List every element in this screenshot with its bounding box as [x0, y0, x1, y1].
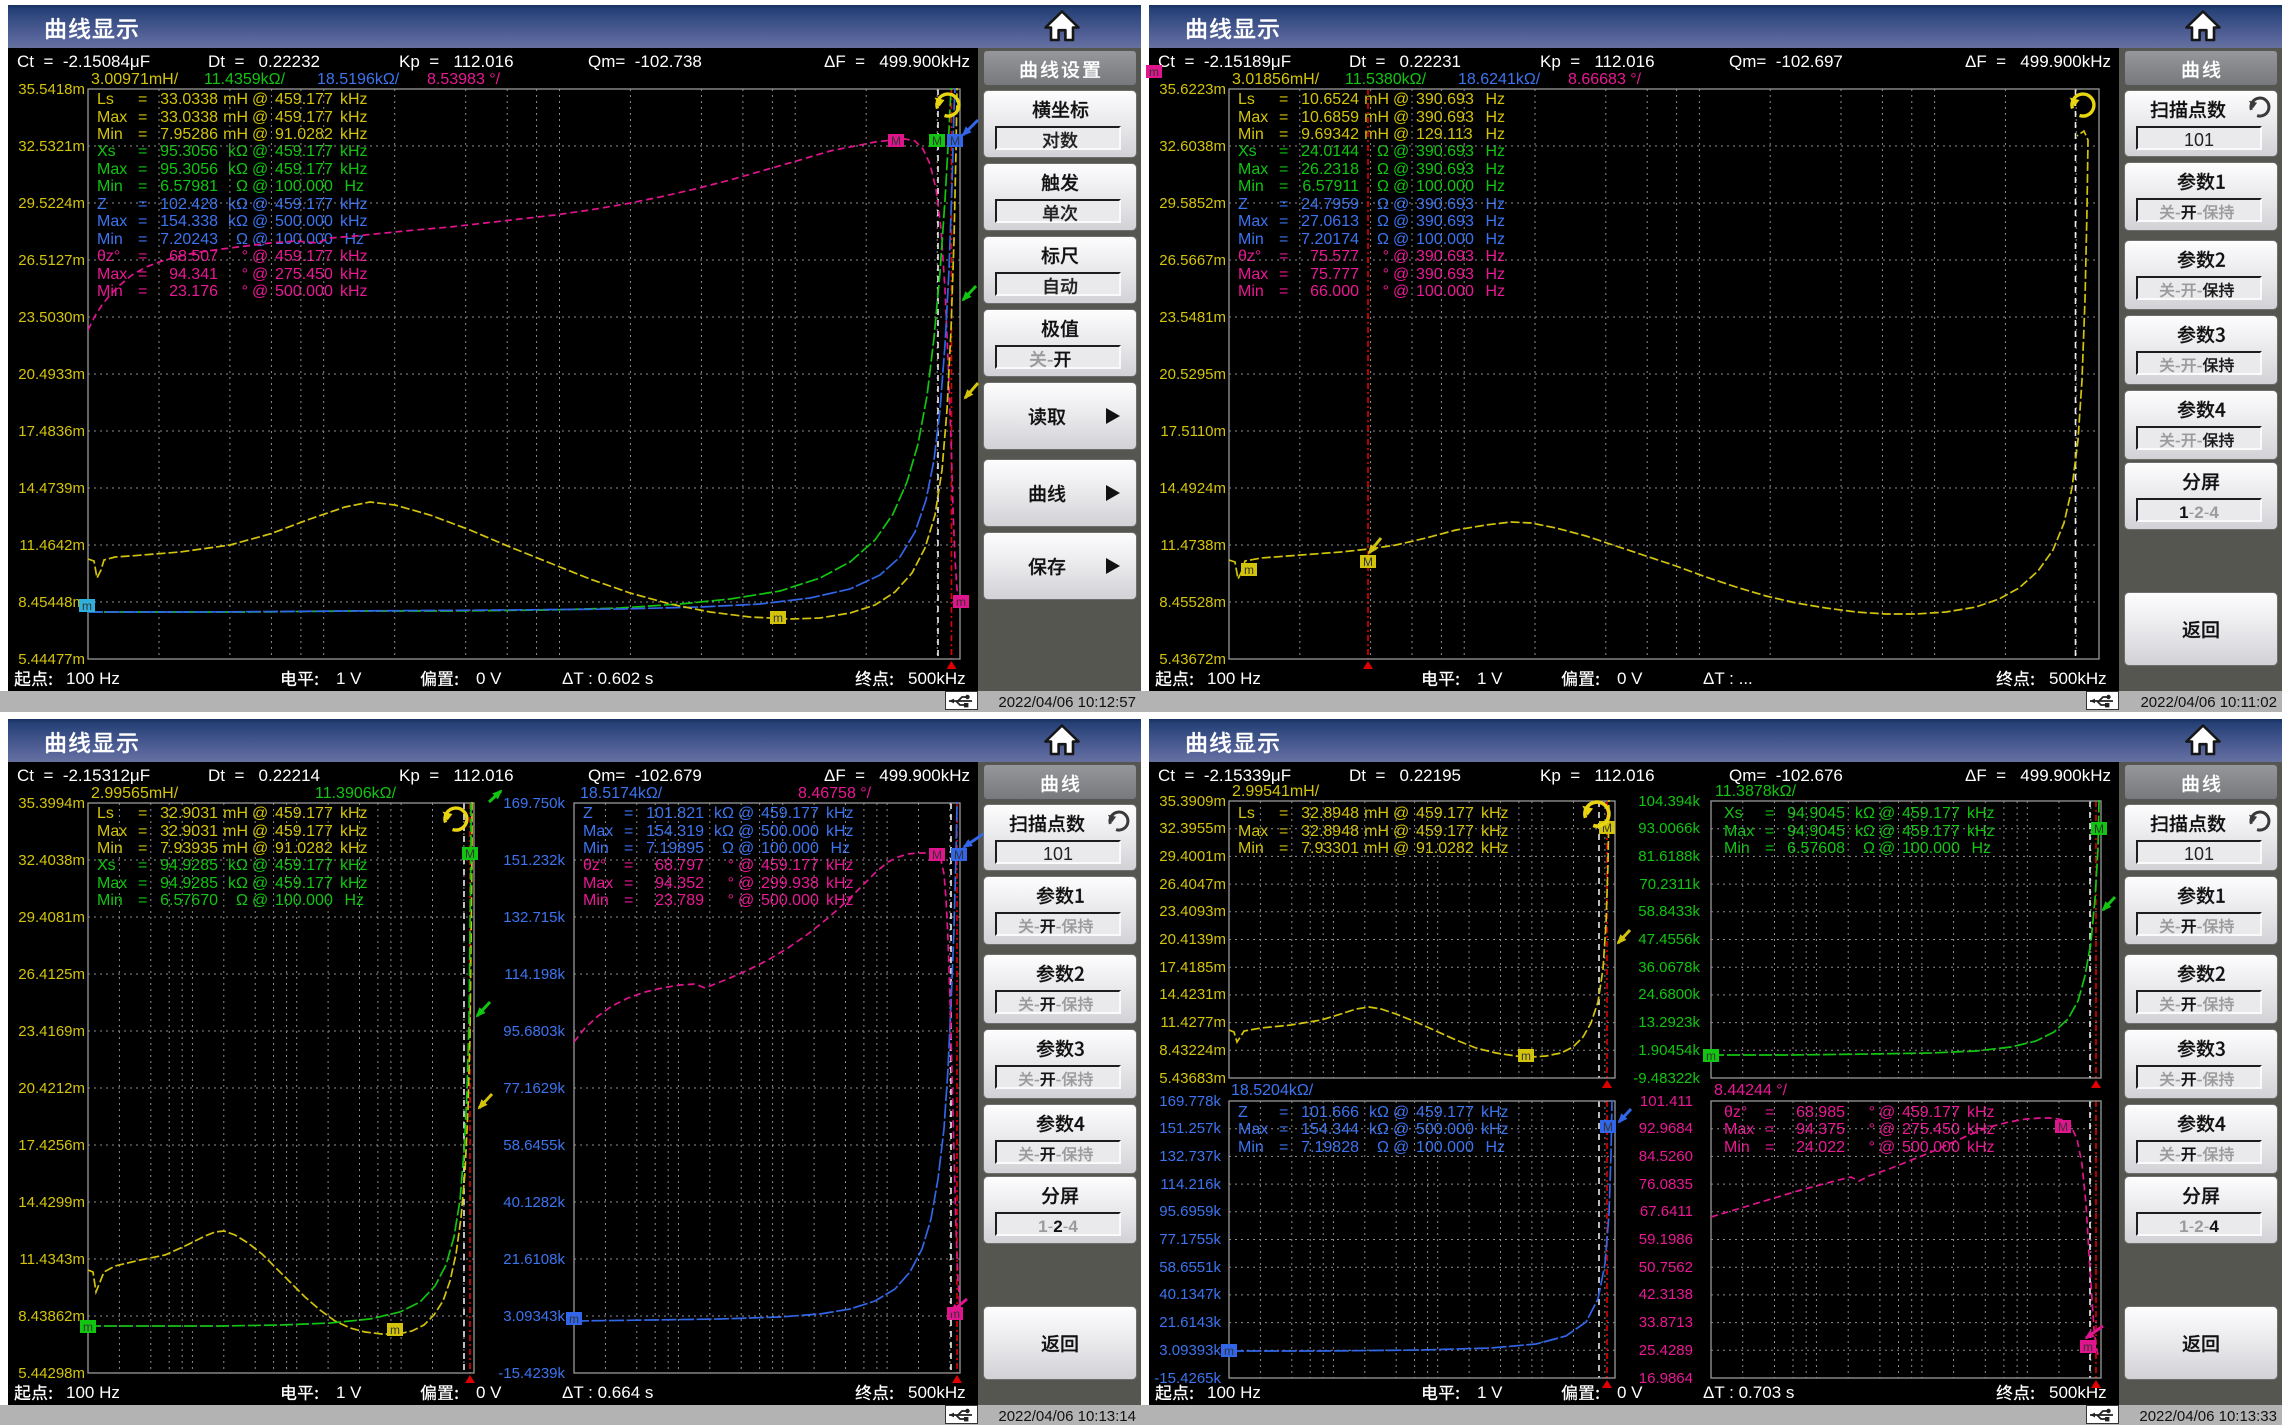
svg-text:m: m: [1706, 1049, 1716, 1063]
svg-text:M: M: [891, 134, 901, 148]
svg-text:m: m: [83, 1320, 93, 1334]
svg-text:M: M: [465, 847, 475, 861]
svg-text:m: m: [569, 1312, 579, 1326]
svg-text:M: M: [1363, 555, 1373, 569]
svg-text:m: m: [2083, 1340, 2093, 1354]
svg-text:M: M: [1603, 1120, 1613, 1134]
svg-text:M: M: [950, 134, 960, 148]
svg-text:m: m: [1521, 1049, 1531, 1063]
svg-text:m: m: [1244, 563, 1254, 577]
svg-text:m: m: [82, 599, 92, 613]
svg-text:M: M: [932, 848, 942, 862]
svg-text:m: m: [1224, 1344, 1234, 1358]
svg-text:M: M: [2094, 822, 2104, 836]
svg-text:m: m: [773, 611, 783, 625]
svg-text:m: m: [1149, 65, 1159, 79]
svg-text:m: m: [956, 595, 966, 609]
svg-text:M: M: [954, 848, 964, 862]
svg-text:M: M: [932, 134, 942, 148]
svg-text:m: m: [390, 1323, 400, 1337]
svg-text:M: M: [2058, 1120, 2068, 1134]
